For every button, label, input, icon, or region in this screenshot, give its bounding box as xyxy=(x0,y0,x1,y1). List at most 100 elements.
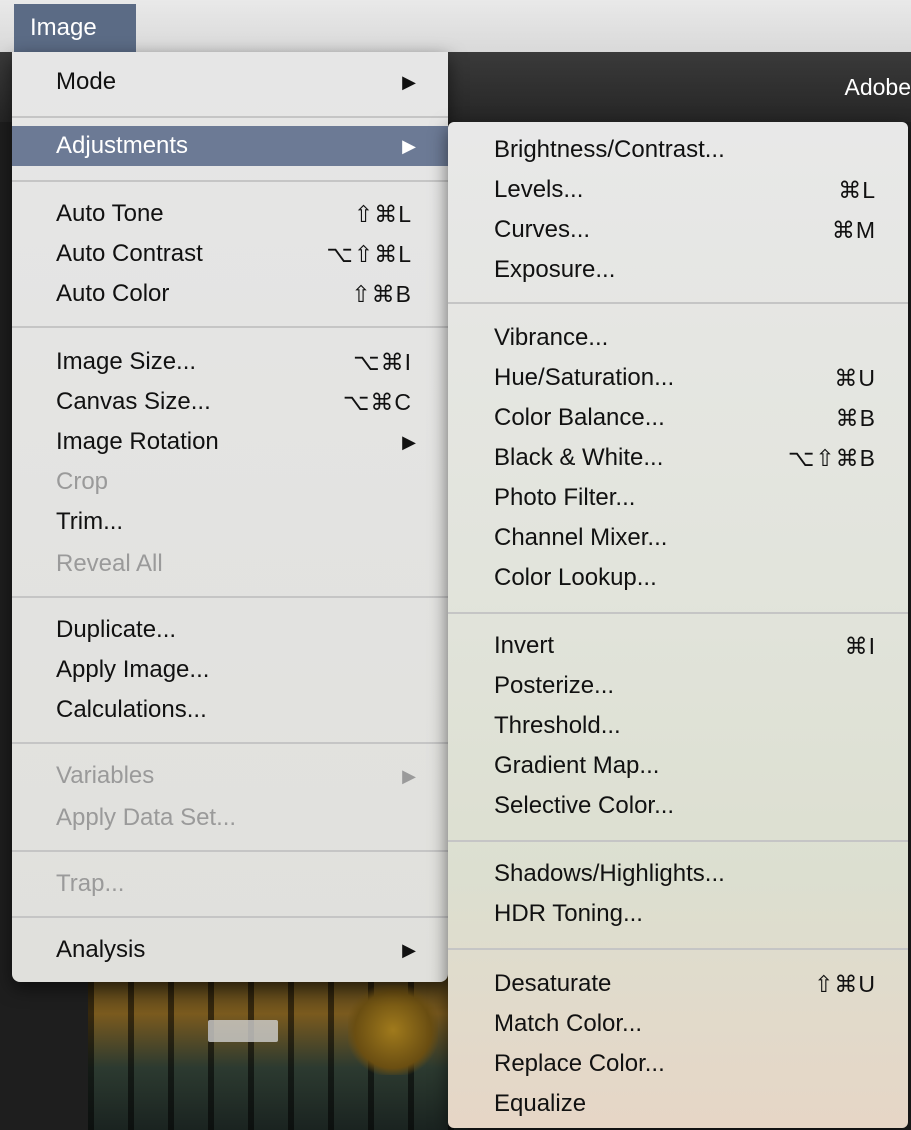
menu-item-duplicate[interactable]: Duplicate... xyxy=(12,610,448,650)
menu-item-label: Auto Tone xyxy=(56,200,164,227)
menu-item-label: Trim... xyxy=(56,508,124,535)
menu-bar: Image xyxy=(0,0,911,52)
shortcut: ⌘M xyxy=(831,217,876,243)
menu-separator xyxy=(12,742,448,744)
menu-item-label: Hue/Saturation... xyxy=(494,364,675,391)
menu-item-label: Replace Color... xyxy=(494,1050,665,1077)
menu-item-label: Crop xyxy=(56,468,109,495)
shortcut: ⇧⌘B xyxy=(351,281,412,307)
menu-item-label: Vibrance... xyxy=(494,324,609,351)
menu-item-apply-data-set: Apply Data Set... xyxy=(12,798,448,838)
menu-item-replace-color[interactable]: Replace Color... xyxy=(448,1044,908,1084)
menu-item-label: Equalize xyxy=(494,1090,587,1117)
menu-item-levels[interactable]: Levels... ⌘L xyxy=(448,170,908,210)
shortcut: ⌥⌘C xyxy=(342,389,412,415)
menu-item-label: Mode xyxy=(56,68,117,95)
app-title: Adobe xyxy=(844,74,911,100)
menu-item-label: Analysis xyxy=(56,936,146,963)
menu-item-canvas-size[interactable]: Canvas Size... ⌥⌘C xyxy=(12,382,448,422)
menu-item-shadows-highlights[interactable]: Shadows/Highlights... xyxy=(448,854,908,894)
menu-item-exposure[interactable]: Exposure... xyxy=(448,250,908,290)
menu-bar-image[interactable]: Image xyxy=(14,4,136,52)
menu-item-label: Posterize... xyxy=(494,672,615,699)
shortcut: ⌥⌘I xyxy=(353,349,412,375)
menu-item-apply-image[interactable]: Apply Image... xyxy=(12,650,448,690)
menu-separator xyxy=(12,180,448,182)
submenu-arrow-icon: ▶ xyxy=(402,766,416,786)
submenu-arrow-icon: ▶ xyxy=(402,940,416,960)
menu-item-auto-color[interactable]: Auto Color ⇧⌘B xyxy=(12,274,448,314)
menu-item-photo-filter[interactable]: Photo Filter... xyxy=(448,478,908,518)
menu-item-black-white[interactable]: Black & White... ⌥⇧⌘B xyxy=(448,438,908,478)
menu-item-label: Image Size... xyxy=(56,348,197,375)
menu-item-label: Channel Mixer... xyxy=(494,524,668,551)
menu-item-label: Exposure... xyxy=(494,256,616,283)
menu-item-vibrance[interactable]: Vibrance... xyxy=(448,318,908,358)
menu-item-label: Adjustments xyxy=(56,132,189,159)
photo-house xyxy=(208,1020,278,1042)
menu-item-invert[interactable]: Invert ⌘I xyxy=(448,626,908,666)
menu-item-label: Photo Filter... xyxy=(494,484,636,511)
menu-item-label: Brightness/Contrast... xyxy=(494,136,725,163)
menu-item-color-lookup[interactable]: Color Lookup... xyxy=(448,558,908,598)
menu-item-brightness-contrast[interactable]: Brightness/Contrast... xyxy=(448,130,908,170)
menu-item-analysis[interactable]: Analysis ▶ xyxy=(12,930,448,970)
menu-item-gradient-map[interactable]: Gradient Map... xyxy=(448,746,908,786)
menu-separator xyxy=(12,116,448,118)
menu-item-label: Black & White... xyxy=(494,444,664,471)
menu-item-hue-saturation[interactable]: Hue/Saturation... ⌘U xyxy=(448,358,908,398)
shortcut: ⌥⇧⌘B xyxy=(787,445,876,471)
submenu-arrow-icon: ▶ xyxy=(402,72,416,92)
photo-tree xyxy=(348,985,438,1075)
menu-item-label: Color Lookup... xyxy=(494,564,657,591)
menu-separator xyxy=(12,326,448,328)
shortcut: ⌥⇧⌘L xyxy=(326,241,412,267)
menu-item-equalize[interactable]: Equalize xyxy=(448,1084,908,1124)
menu-item-label: Color Balance... xyxy=(494,404,665,431)
menu-item-label: Match Color... xyxy=(494,1010,643,1037)
menu-item-label: Shadows/Highlights... xyxy=(494,860,725,887)
menu-item-adjustments[interactable]: Adjustments ▶ xyxy=(12,126,448,166)
submenu-arrow-icon: ▶ xyxy=(402,432,416,452)
menu-item-label: HDR Toning... xyxy=(494,900,643,927)
menu-item-label: Apply Image... xyxy=(56,656,210,683)
menu-item-selective-color[interactable]: Selective Color... xyxy=(448,786,908,826)
menu-item-match-color[interactable]: Match Color... xyxy=(448,1004,908,1044)
menu-item-threshold[interactable]: Threshold... xyxy=(448,706,908,746)
menu-item-label: Curves... xyxy=(494,216,591,243)
menu-item-label: Threshold... xyxy=(494,712,621,739)
menu-item-auto-tone[interactable]: Auto Tone ⇧⌘L xyxy=(12,194,448,234)
image-menu: Mode ▶ Adjustments ▶ Auto Tone ⇧⌘L Auto … xyxy=(12,52,448,982)
menu-item-label: Trap... xyxy=(56,870,125,897)
menu-item-reveal-all: Reveal All xyxy=(12,544,448,584)
menu-item-label: Apply Data Set... xyxy=(56,804,237,831)
menu-separator xyxy=(448,302,908,304)
submenu-arrow-icon: ▶ xyxy=(402,136,416,156)
menu-item-trim[interactable]: Trim... xyxy=(12,502,448,542)
menu-item-label: Desaturate xyxy=(494,970,612,997)
menu-item-label: Levels... xyxy=(494,176,584,203)
document-canvas xyxy=(88,975,468,1130)
menu-item-label: Reveal All xyxy=(56,550,163,577)
menu-item-hdr-toning[interactable]: HDR Toning... xyxy=(448,894,908,934)
shortcut: ⇧⌘L xyxy=(353,201,412,227)
menu-item-image-rotation[interactable]: Image Rotation ▶ xyxy=(12,422,448,462)
menu-separator xyxy=(12,850,448,852)
menu-item-label: Auto Contrast xyxy=(56,240,203,267)
menu-item-label: Selective Color... xyxy=(494,792,675,819)
menu-item-color-balance[interactable]: Color Balance... ⌘B xyxy=(448,398,908,438)
menu-item-label: Calculations... xyxy=(56,696,207,723)
menu-separator xyxy=(12,916,448,918)
menu-item-image-size[interactable]: Image Size... ⌥⌘I xyxy=(12,342,448,382)
menu-item-curves[interactable]: Curves... ⌘M xyxy=(448,210,908,250)
menu-item-label: Invert xyxy=(494,632,555,659)
menu-item-trap: Trap... xyxy=(12,864,448,904)
shortcut: ⌘B xyxy=(835,405,876,431)
menu-item-desaturate[interactable]: Desaturate ⇧⌘U xyxy=(448,964,908,1004)
menu-item-calculations[interactable]: Calculations... xyxy=(12,690,448,730)
shortcut: ⌘U xyxy=(834,365,876,391)
menu-item-posterize[interactable]: Posterize... xyxy=(448,666,908,706)
menu-item-mode[interactable]: Mode ▶ xyxy=(12,62,448,102)
menu-item-auto-contrast[interactable]: Auto Contrast ⌥⇧⌘L xyxy=(12,234,448,274)
menu-item-channel-mixer[interactable]: Channel Mixer... xyxy=(448,518,908,558)
